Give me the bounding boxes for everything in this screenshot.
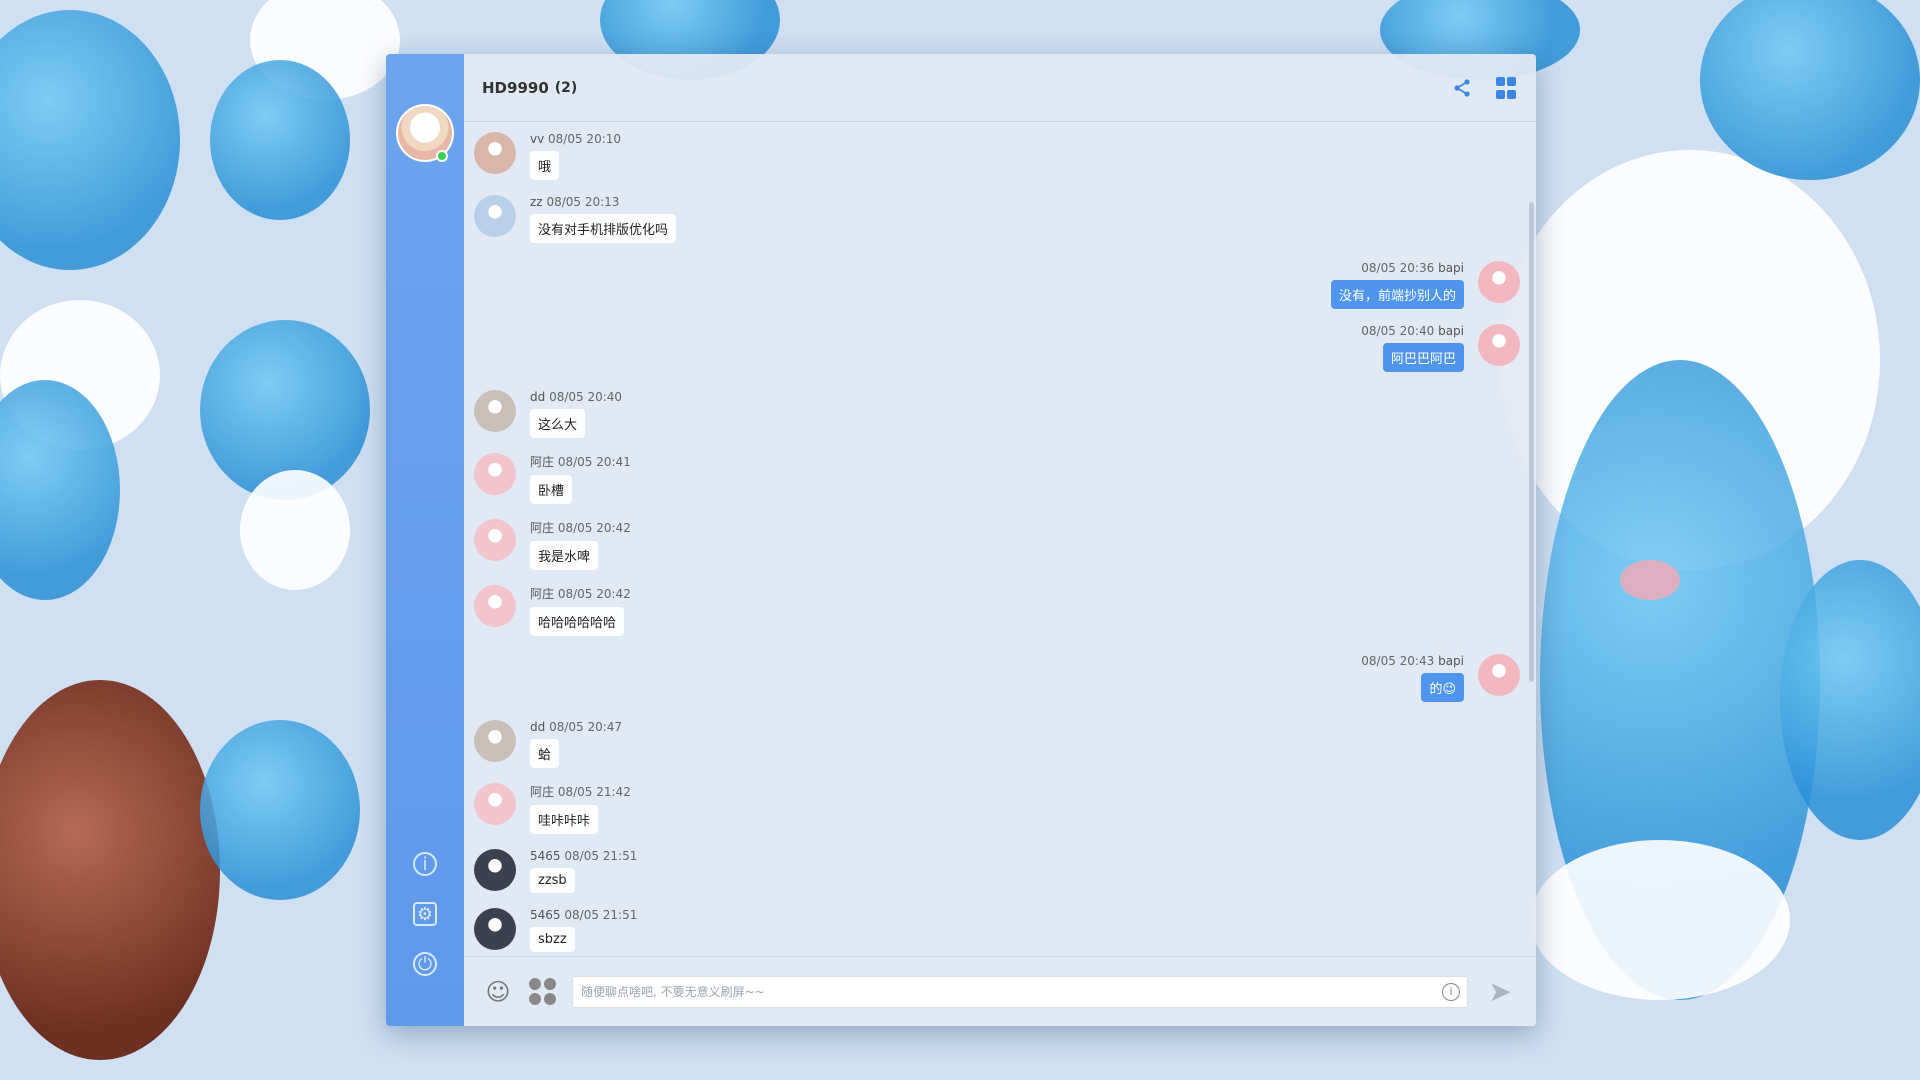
message-time: 08/05 21:51 [564, 908, 638, 922]
message-bubble[interactable]: zzsb [530, 868, 575, 893]
message-avatar[interactable] [474, 720, 516, 762]
sidebar: i ⚙ ⏻ [386, 54, 464, 1026]
message-meta: dd 08/05 20:47 [530, 720, 622, 734]
member-count: (2) [554, 79, 578, 96]
message-row: 08/05 20:36 bapi 没有，前端抄别人的 [474, 261, 1520, 309]
apps-icon[interactable] [1494, 76, 1518, 100]
message-avatar[interactable] [474, 585, 516, 627]
chat-main: HD9990 (2) vv 08/05 20:10 哦 zz 08/05 20:13… [464, 54, 1536, 1026]
message-row: 阿庄 08/05 20:41 卧槽 [474, 453, 1520, 504]
message-username: bapi [1438, 324, 1464, 338]
message-input[interactable] [572, 975, 1468, 1008]
message-meta: dd 08/05 20:40 [530, 390, 622, 404]
input-bar: ☺ i ➤ [464, 956, 1536, 1026]
message-username: vv [530, 132, 545, 146]
message-username: 阿庄 [530, 455, 555, 469]
message-row: 08/05 20:40 bapi 阿巴巴阿巴 [474, 324, 1520, 372]
message-meta: zz 08/05 20:13 [530, 195, 676, 209]
message-meta: 08/05 20:36 bapi [1331, 261, 1464, 275]
message-row: 阿庄 08/05 20:42 我是水啤 [474, 519, 1520, 570]
message-row: 5465 08/05 21:51 zzsb [474, 849, 1520, 893]
message-bubble[interactable]: 我是水啤 [530, 541, 599, 570]
apps-icon[interactable] [528, 977, 556, 1006]
message-meta: 阿庄 08/05 20:42 [530, 585, 631, 602]
online-status-indicator [436, 150, 448, 162]
message-bubble[interactable]: 蛤 [530, 739, 560, 768]
message-username: 阿庄 [530, 521, 555, 535]
message-meta: 5465 08/05 21:51 [530, 849, 637, 863]
room-title: HD9990 [482, 78, 549, 97]
message-time: 08/05 20:40 [549, 390, 623, 404]
message-row: vv 08/05 20:10 哦 [474, 132, 1520, 180]
settings-icon[interactable]: ⚙ [413, 902, 437, 926]
message-meta: 5465 08/05 21:51 [530, 908, 637, 922]
message-row: zz 08/05 20:13 没有对手机排版优化吗 [474, 195, 1520, 243]
message-meta: 阿庄 08/05 20:42 [530, 519, 631, 536]
message-row: 阿庄 08/05 21:42 哇咔咔咔 [474, 783, 1520, 834]
message-time: 08/05 20:40 [1361, 324, 1435, 338]
message-username: 5465 [530, 849, 561, 863]
message-bubble[interactable]: 哈哈哈哈哈哈 [530, 607, 625, 636]
message-row: dd 08/05 20:40 这么大 [474, 390, 1520, 438]
message-row: 5465 08/05 21:51 sbzz [474, 908, 1520, 952]
message-avatar[interactable] [474, 453, 516, 495]
message-meta: 08/05 20:40 bapi [1361, 324, 1464, 338]
share-icon[interactable] [1450, 76, 1474, 100]
message-time: 08/05 20:42 [557, 587, 631, 601]
message-row: 阿庄 08/05 20:42 哈哈哈哈哈哈 [474, 585, 1520, 636]
info-icon[interactable]: i [1442, 982, 1460, 1001]
message-meta: vv 08/05 20:10 [530, 132, 621, 146]
message-bubble[interactable]: 没有，前端抄别人的 [1330, 280, 1464, 309]
message-avatar[interactable] [474, 390, 516, 432]
message-avatar[interactable] [474, 908, 516, 950]
message-avatar[interactable] [1478, 654, 1520, 696]
message-time: 08/05 20:43 [1361, 654, 1435, 668]
scrollbar[interactable] [1529, 202, 1534, 682]
message-avatar[interactable] [474, 132, 516, 174]
message-username: zz [530, 195, 543, 209]
message-username: 5465 [530, 908, 561, 922]
message-time: 08/05 20:41 [557, 455, 631, 469]
send-icon[interactable]: ➤ [1484, 975, 1516, 1008]
message-time: 08/05 20:10 [548, 132, 622, 146]
message-meta: 08/05 20:43 bapi [1361, 654, 1464, 668]
message-avatar[interactable] [474, 849, 516, 891]
message-bubble[interactable]: 阿巴巴阿巴 [1382, 343, 1464, 372]
message-username: dd [530, 720, 546, 734]
message-time: 08/05 20:13 [546, 195, 620, 209]
message-time: 08/05 21:51 [564, 849, 638, 863]
message-bubble[interactable]: 没有对手机排版优化吗 [530, 214, 677, 243]
message-bubble[interactable]: 的😉 [1421, 673, 1464, 702]
message-username: bapi [1438, 654, 1464, 668]
message-meta: 阿庄 08/05 21:42 [530, 783, 631, 800]
emoji-icon[interactable]: ☺ [484, 978, 512, 1006]
message-avatar[interactable] [474, 195, 516, 237]
chat-window: i ⚙ ⏻ HD9990 (2) vv 08/05 20:10 哦 zz 08/05… [386, 54, 1536, 1026]
message-bubble[interactable]: 卧槽 [530, 475, 573, 504]
message-avatar[interactable] [1478, 261, 1520, 303]
message-username: bapi [1438, 261, 1464, 275]
message-time: 08/05 20:36 [1361, 261, 1435, 275]
info-icon[interactable]: i [413, 852, 437, 876]
message-username: 阿庄 [530, 587, 555, 601]
message-row: 08/05 20:43 bapi 的😉 [474, 654, 1520, 702]
message-bubble[interactable]: 哇咔咔咔 [530, 805, 599, 834]
power-icon[interactable]: ⏻ [413, 952, 437, 976]
message-avatar[interactable] [474, 783, 516, 825]
message-row: dd 08/05 20:47 蛤 [474, 720, 1520, 768]
message-list[interactable]: vv 08/05 20:10 哦 zz 08/05 20:13 没有对手机排版优化吗 0… [464, 122, 1536, 956]
message-time: 08/05 20:42 [557, 521, 631, 535]
message-bubble[interactable]: 哦 [530, 151, 560, 180]
message-bubble[interactable]: sbzz [530, 927, 575, 952]
message-username: 阿庄 [530, 785, 555, 799]
message-username: dd [530, 390, 546, 404]
message-avatar[interactable] [1478, 324, 1520, 366]
message-time: 08/05 20:47 [549, 720, 623, 734]
message-avatar[interactable] [474, 519, 516, 561]
chat-header: HD9990 (2) [464, 54, 1536, 122]
message-bubble[interactable]: 这么大 [530, 409, 586, 438]
message-meta: 阿庄 08/05 20:41 [530, 453, 631, 470]
message-time: 08/05 21:42 [557, 785, 631, 799]
